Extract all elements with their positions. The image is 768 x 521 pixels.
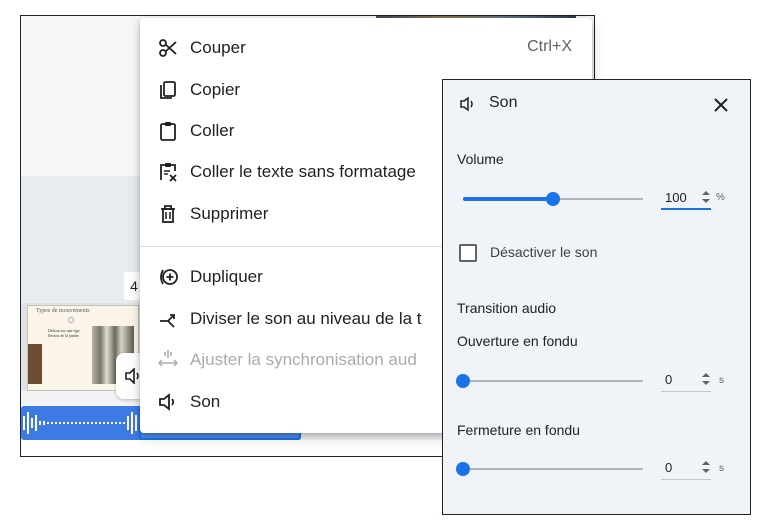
mute-label: Désactiver le son [490, 244, 598, 260]
volume-unit: % [716, 192, 725, 203]
sound-panel-header: Son [443, 80, 750, 130]
fade-out-label: Fermeture en fondu [457, 422, 580, 438]
slide-side-image [28, 344, 42, 384]
slide-thumbnail-text: Debout sur une tige, flexion de la jambe [48, 328, 81, 338]
transition-title: Transition audio [457, 300, 557, 316]
trash-icon [161, 205, 175, 223]
slide-thumbnail-title: Types de mouvements [36, 308, 90, 314]
menu-item-shortcut: Ctrl+X [527, 38, 572, 55]
menu-item-label: Coller [190, 121, 235, 140]
menu-item-couper[interactable]: Couper Ctrl+X [140, 28, 592, 68]
slider-track [463, 468, 643, 470]
sound-panel: Son Volume 100 % Désactiver le son Trans… [442, 79, 751, 515]
slider-thumb[interactable] [456, 462, 470, 476]
volume-slider[interactable] [463, 191, 643, 207]
menu-item-label: Ajuster la synchronisation aud [190, 350, 417, 369]
fade-out-input[interactable]: 0 [661, 454, 711, 480]
paste-plain-icon [160, 163, 177, 182]
fade-in-value: 0 [665, 372, 673, 387]
menu-item-label: Couper [190, 38, 246, 57]
volume-icon [460, 96, 473, 112]
fade-out-slider[interactable] [456, 461, 643, 477]
slider-thumb[interactable] [546, 192, 560, 206]
fade-in-input[interactable]: 0 [661, 366, 711, 392]
menu-item-label: Supprimer [190, 204, 269, 223]
close-icon[interactable] [710, 94, 732, 116]
paste-icon [160, 122, 176, 141]
mute-checkbox[interactable] [459, 244, 477, 262]
volume-input[interactable]: 100 [661, 184, 711, 210]
sync-icon [157, 350, 179, 367]
stepper-icon[interactable] [701, 190, 711, 204]
slide-handle [68, 317, 74, 323]
fade-out-unit: s [719, 463, 724, 474]
menu-item-label: Dupliquer [190, 267, 263, 286]
menu-item-label: Coller le texte sans formatage [190, 162, 416, 181]
menu-item-label: Diviser le son au niveau de la t [190, 309, 422, 328]
split-icon [160, 314, 175, 328]
fade-in-label: Ouverture en fondu [457, 333, 578, 349]
stepper-icon[interactable] [701, 460, 711, 474]
fade-in-unit: s [719, 375, 724, 386]
menu-item-label: Son [190, 392, 221, 411]
copy-icon [160, 81, 176, 99]
scissors-icon [159, 39, 177, 57]
menu-item-label: Copier [190, 80, 241, 99]
fade-in-slider[interactable] [456, 373, 643, 389]
volume-icon [159, 393, 175, 411]
slider-fill [463, 197, 553, 201]
duplicate-icon [160, 269, 178, 285]
volume-value: 100 [665, 190, 687, 205]
fade-out-value: 0 [665, 460, 673, 475]
slider-thumb[interactable] [456, 374, 470, 388]
stepper-icon[interactable] [701, 372, 711, 386]
panel-title: Son [489, 94, 518, 111]
slider-track [463, 380, 643, 382]
volume-label: Volume [457, 151, 504, 167]
